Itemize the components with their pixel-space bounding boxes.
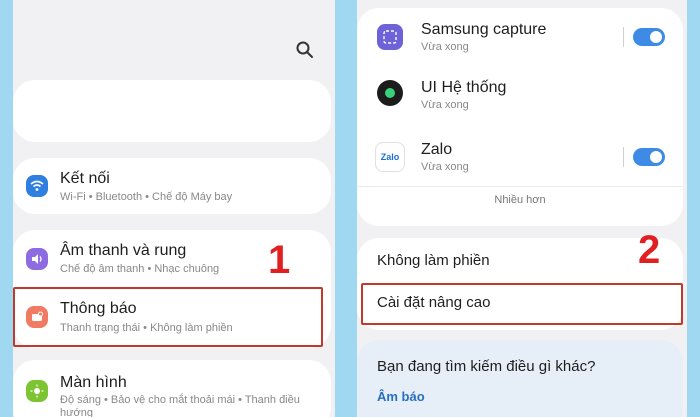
app-name: Zalo (421, 141, 453, 158)
highlight-notifications (13, 287, 323, 347)
toggle-divider (623, 147, 624, 167)
suggestion-card: Bạn đang tìm kiếm điều gì khác? Âm báo (357, 340, 683, 417)
settings-item-display[interactable]: Màn hình Độ sáng • Bảo vệ cho mắt thoải … (13, 360, 331, 417)
settings-item-subtitle: Wi-Fi • Bluetooth • Chế độ Máy bay (60, 191, 233, 203)
do-not-disturb-item[interactable]: Không làm phiền (377, 252, 490, 269)
app-time: Vừa xong (421, 99, 469, 111)
sound-link[interactable]: Âm báo (377, 389, 425, 404)
settings-item-subtitle-line2: hướng (60, 407, 93, 417)
app-time: Vừa xong (421, 41, 469, 53)
app-name: UI Hệ thống (421, 79, 507, 96)
display-card: Màn hình Độ sáng • Bảo vệ cho mắt thoải … (13, 360, 331, 417)
suggestion-title: Bạn đang tìm kiếm điều gì khác? (377, 358, 596, 375)
highlight-advanced-settings (361, 283, 683, 325)
settings-screen: Kết nối Wi-Fi • Bluetooth • Chế độ Máy b… (13, 0, 335, 417)
settings-item-title: Màn hình (60, 374, 127, 391)
settings-item-connections[interactable]: Kết nối Wi-Fi • Bluetooth • Chế độ Máy b… (13, 158, 331, 214)
settings-item-subtitle: Chế độ âm thanh • Nhạc chuông (60, 263, 220, 275)
system-ui-icon (377, 80, 403, 106)
app-toggle[interactable] (633, 148, 665, 166)
step-number-1: 1 (268, 238, 291, 282)
app-toggle[interactable] (633, 28, 665, 46)
zalo-icon: Zalo (375, 142, 405, 172)
brightness-icon (26, 380, 48, 402)
more-button[interactable]: Nhiều hơn (357, 194, 683, 206)
search-icon[interactable] (295, 40, 315, 60)
app-row-system-ui[interactable]: UI Hệ thống Vừa xong (357, 66, 683, 124)
recent-apps-card: Samsung capture Vừa xong UI Hệ thống Vừa… (357, 8, 683, 226)
notifications-screen: Samsung capture Vừa xong UI Hệ thống Vừa… (357, 0, 687, 417)
settings-item-title: Âm thanh và rung (60, 242, 187, 259)
samsung-capture-icon (377, 24, 403, 50)
settings-item-title: Kết nối (60, 170, 110, 187)
wifi-icon (26, 175, 48, 197)
app-name: Samsung capture (421, 21, 547, 38)
search-card[interactable] (13, 80, 331, 142)
section-header-fragment (387, 0, 467, 2)
divider (357, 186, 683, 187)
settings-item-subtitle: Độ sáng • Bảo vệ cho mắt thoải mái • Tha… (60, 394, 300, 406)
app-row-samsung-capture[interactable]: Samsung capture Vừa xong (357, 8, 683, 66)
step-number-2: 2 (638, 228, 661, 272)
app-time: Vừa xong (421, 161, 469, 173)
toggle-divider (623, 27, 624, 47)
speaker-icon (26, 248, 48, 270)
app-row-zalo[interactable]: Zalo Zalo Vừa xong (357, 128, 683, 186)
connections-card: Kết nối Wi-Fi • Bluetooth • Chế độ Máy b… (13, 158, 331, 214)
